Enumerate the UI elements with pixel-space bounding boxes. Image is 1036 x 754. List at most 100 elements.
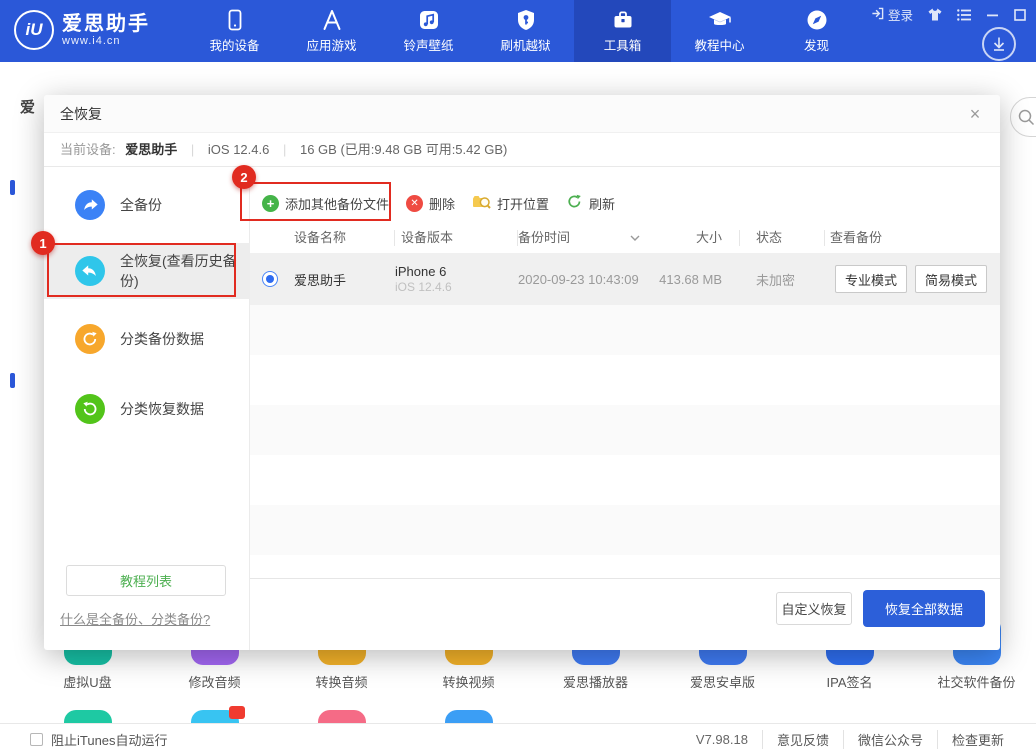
compass-icon <box>805 8 829 32</box>
column-device-name[interactable]: 设备名称 <box>290 230 395 246</box>
radio-column-header <box>250 230 290 246</box>
delete-icon: ✕ <box>406 195 423 212</box>
category-restore-icon <box>75 394 105 424</box>
minimize-icon[interactable] <box>987 9 999 21</box>
column-device-version[interactable]: 设备版本 <box>395 230 518 246</box>
nav-tab-label: 我的设备 <box>209 35 259 54</box>
app-label[interactable]: 爱思播放器 <box>563 672 628 691</box>
app-label[interactable]: 虚拟U盘 <box>63 672 111 691</box>
nav-tab-tutorial-center[interactable]: 教程中心 <box>671 0 768 62</box>
refresh-icon <box>566 193 583 213</box>
chevron-down-icon[interactable] <box>630 235 640 241</box>
nav-tab-label: 教程中心 <box>694 35 744 54</box>
music-note-icon <box>417 8 441 32</box>
add-backup-file-label: 添加其他备份文件 <box>285 194 389 213</box>
nav-tab-flash-jailbreak[interactable]: 刷机越狱 <box>477 0 574 62</box>
separator: | <box>191 142 194 157</box>
row-device-version: iPhone 6 iOS 12.4.6 <box>395 264 518 295</box>
download-icon <box>991 36 1007 52</box>
row-radio-selected[interactable] <box>262 271 278 287</box>
refresh-label: 刷新 <box>589 194 615 213</box>
nav-tab-apps-games[interactable]: 应用游戏 <box>283 0 380 62</box>
wechat-official-link[interactable]: 微信公众号 <box>843 730 937 749</box>
sidebar-item-full-restore[interactable]: 全恢复(查看历史备份) <box>44 243 250 299</box>
device-info-label: 当前设备: <box>60 142 116 157</box>
sidebar-item-category-backup[interactable]: 分类备份数据 <box>44 317 250 361</box>
nav-tab-label: 发现 <box>804 35 829 54</box>
sidebar-item-label: 全备份 <box>120 195 162 215</box>
nav-tab-toolbox[interactable]: 工具箱 <box>574 0 671 62</box>
page-heading-partial: 爱 <box>20 96 40 117</box>
full-restore-icon <box>75 256 105 286</box>
theme-skin-icon[interactable] <box>928 8 942 21</box>
radio-cell <box>250 271 290 287</box>
column-size[interactable]: 大小 <box>650 230 740 246</box>
refresh-button[interactable]: 刷新 <box>566 193 615 213</box>
logo-subtitle: www.i4.cn <box>62 35 150 47</box>
column-status[interactable]: 状态 <box>740 230 825 246</box>
simple-mode-button[interactable]: 简易模式 <box>915 265 987 293</box>
table-empty-row <box>250 405 1000 455</box>
check-update-link[interactable]: 检查更新 <box>937 730 1018 749</box>
sidebar-item-label: 分类备份数据 <box>120 329 204 349</box>
dialog-titlebar: 全恢复 × <box>44 95 1000 133</box>
tutorial-list-button[interactable]: 教程列表 <box>66 565 226 596</box>
feedback-link[interactable]: 意见反馈 <box>762 730 843 749</box>
nav-tab-ringtones-wallpapers[interactable]: 铃声壁纸 <box>380 0 477 62</box>
footer-divider <box>250 578 1000 579</box>
row-device-os: iOS 12.4.6 <box>395 280 518 295</box>
search-input[interactable] <box>1010 97 1036 137</box>
nav-tab-label: 刷机越狱 <box>500 35 550 54</box>
maximize-icon[interactable] <box>1014 9 1026 21</box>
logo-title: 爱思助手 <box>62 13 150 35</box>
column-backup-time[interactable]: 备份时间 <box>518 230 650 246</box>
logo-icon: iU <box>14 10 54 50</box>
device-os: iOS 12.4.6 <box>208 142 269 157</box>
app-label[interactable]: 爱思安卓版 <box>690 672 755 691</box>
nav-tab-my-devices[interactable]: 我的设备 <box>186 0 283 62</box>
annotation-badge-step1: 1 <box>31 231 55 255</box>
graduation-cap-icon <box>707 8 733 32</box>
row-actions: 专业模式 简易模式 <box>825 265 1000 293</box>
current-device-info: 当前设备: 爱思助手 | iOS 12.4.6 | 16 GB (已用:9.48… <box>44 133 1000 167</box>
full-backup-icon <box>75 190 105 220</box>
nav-tab-discover[interactable]: 发现 <box>768 0 865 62</box>
delete-label: 删除 <box>429 194 455 213</box>
login-button[interactable]: 登录 <box>871 5 913 24</box>
add-backup-file-button[interactable]: + 添加其他备份文件 <box>262 194 389 213</box>
app-label[interactable]: 转换视频 <box>442 672 494 691</box>
close-icon[interactable]: × <box>964 103 986 125</box>
login-label: 登录 <box>888 5 913 24</box>
row-status: 未加密 <box>740 270 825 289</box>
backup-table-row[interactable]: 爱思助手 iPhone 6 iOS 12.4.6 2020-09-23 10:4… <box>250 253 1000 305</box>
table-empty-row <box>250 355 1000 405</box>
app-logo[interactable]: iU 爱思助手 www.i4.cn <box>14 10 150 50</box>
open-location-button[interactable]: 打开位置 <box>472 193 549 214</box>
sidebar-item-label: 分类恢复数据 <box>120 399 204 419</box>
nav-tab-label: 工具箱 <box>604 35 642 54</box>
delete-button[interactable]: ✕ 删除 <box>406 194 455 213</box>
custom-restore-button[interactable]: 自定义恢复 <box>776 592 852 625</box>
open-location-icon <box>472 193 491 214</box>
app-label[interactable]: 社交软件备份 <box>937 672 1015 691</box>
block-itunes-checkbox[interactable] <box>30 733 43 746</box>
category-backup-icon <box>75 324 105 354</box>
nav-tabs: 我的设备 应用游戏 铃声壁纸 刷机越狱 工具箱 <box>186 0 865 62</box>
column-view-backup: 查看备份 <box>825 230 1000 246</box>
app-label[interactable]: 转换音频 <box>315 672 367 691</box>
download-manager-button[interactable] <box>982 27 1016 61</box>
block-itunes-label[interactable]: 阻止iTunes自动运行 <box>51 730 168 749</box>
restore-all-data-button[interactable]: 恢复全部数据 <box>863 590 985 627</box>
row-device-model: iPhone 6 <box>395 264 518 280</box>
appstore-icon <box>320 8 344 32</box>
app-label[interactable]: IPA签名 <box>827 672 873 691</box>
dialog-title: 全恢复 <box>60 95 102 133</box>
sidebar-item-category-restore[interactable]: 分类恢复数据 <box>44 387 250 431</box>
column-label: 备份时间 <box>518 230 570 246</box>
what-is-backup-link[interactable]: 什么是全备份、分类备份? <box>60 609 210 628</box>
menu-list-icon[interactable] <box>957 9 972 21</box>
sidebar-item-full-backup[interactable]: 全备份 <box>44 183 250 227</box>
professional-mode-button[interactable]: 专业模式 <box>835 265 907 293</box>
window-controls: 登录 <box>871 5 1026 24</box>
app-label[interactable]: 修改音频 <box>188 672 240 691</box>
